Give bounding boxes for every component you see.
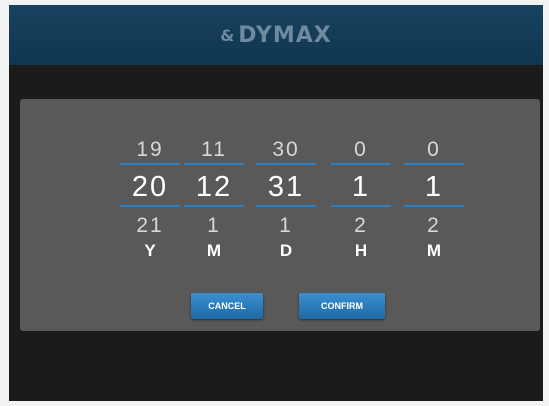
header-bar: & DYMAX [9,5,543,65]
year-current-value[interactable]: 20 [120,169,180,205]
hour-next-value[interactable]: 2 [331,213,391,239]
confirm-button[interactable]: CONFIRM [299,293,385,319]
day-current-value[interactable]: 31 [256,169,316,205]
year-next-value[interactable]: 21 [120,213,180,239]
hour-separator-bottom [331,205,391,207]
minute-next-value[interactable]: 2 [404,213,464,239]
device-screen: & DYMAX 19 20 21 Y 11 12 1 M 30 31 1 D 0… [9,5,543,401]
minute-separator-bottom [404,205,464,207]
month-unit-label: M [206,241,222,260]
minute-separator-top [404,163,464,165]
dymax-logo: & DYMAX [220,23,331,48]
year-unit-label: Y [144,241,156,260]
day-separator-top [256,163,316,165]
month-next-value[interactable]: 1 [184,213,244,239]
year-prev-value[interactable]: 19 [120,137,180,163]
cancel-button[interactable]: CANCEL [191,293,263,319]
minute-prev-value[interactable]: 0 [404,137,464,163]
month-current-value[interactable]: 12 [184,169,244,205]
year-separator-top [120,163,180,165]
month-separator-bottom [184,205,244,207]
hour-separator-top [331,163,391,165]
month-prev-value[interactable]: 11 [184,137,244,163]
day-unit-label: D [279,241,293,260]
hour-unit-label: H [354,241,368,260]
logo-mark-icon: & [220,25,236,45]
hour-current-value[interactable]: 1 [331,169,391,205]
year-separator-bottom [120,205,180,207]
day-prev-value[interactable]: 30 [256,137,316,163]
day-separator-bottom [256,205,316,207]
month-separator-top [184,163,244,165]
datetime-picker-dialog: 19 20 21 Y 11 12 1 M 30 31 1 D 0 1 2 H 0… [20,99,540,331]
logo-text: DYMAX [238,22,332,48]
minute-current-value[interactable]: 1 [404,169,464,205]
minute-unit-label: M [426,241,442,260]
hour-prev-value[interactable]: 0 [331,137,391,163]
day-next-value[interactable]: 1 [256,213,316,239]
